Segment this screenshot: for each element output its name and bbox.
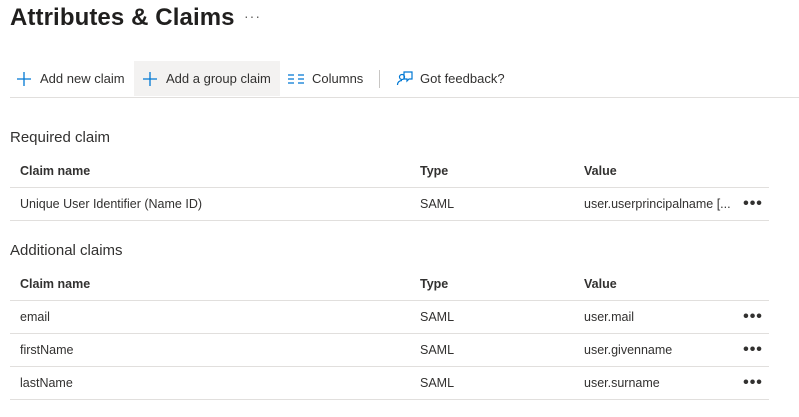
table-header: Claim name Type Value <box>10 268 769 301</box>
add-new-claim-button[interactable]: Add new claim <box>14 61 125 96</box>
claim-name-cell: Unique User Identifier (Name ID) <box>20 197 203 211</box>
columns-button[interactable]: Columns <box>286 61 363 96</box>
claim-name-cell: email <box>20 310 50 324</box>
column-header-type[interactable]: Type <box>420 155 570 187</box>
table-row[interactable]: firstName SAML user.givenname ••• <box>10 334 769 367</box>
table-row[interactable]: Unique User Identifier (Name ID) SAML us… <box>10 188 769 221</box>
row-more-button[interactable]: ••• <box>740 301 766 333</box>
row-more-button[interactable]: ••• <box>740 367 766 399</box>
table-header: Claim name Type Value <box>10 155 769 188</box>
add-group-claim-label: Add a group claim <box>166 71 271 86</box>
column-header-claim-name[interactable]: Claim name <box>20 155 410 187</box>
plus-icon <box>14 69 34 89</box>
claim-type-cell: SAML <box>420 376 455 390</box>
claim-type-cell: SAML <box>420 343 455 357</box>
column-header-claim-name[interactable]: Claim name <box>20 268 410 300</box>
add-new-claim-label: Add new claim <box>40 71 125 86</box>
claim-value-cell: user.givenname <box>584 343 673 357</box>
row-more-button[interactable]: ••• <box>740 334 766 366</box>
claim-value-cell: user.mail <box>584 310 635 324</box>
plus-icon <box>140 69 160 89</box>
claim-type-cell: SAML <box>420 310 455 324</box>
columns-label: Columns <box>312 71 364 86</box>
command-bar: Add new claim Add a group claim Columns … <box>10 61 799 98</box>
column-header-value[interactable]: Value <box>584 268 740 300</box>
columns-icon <box>286 69 306 89</box>
feedback-icon <box>394 69 414 89</box>
required-claim-table: Claim name Type Value Unique User Identi… <box>10 155 769 221</box>
feedback-button[interactable]: Got feedback? <box>394 61 505 96</box>
column-header-type[interactable]: Type <box>420 268 570 300</box>
column-header-value[interactable]: Value <box>584 155 740 187</box>
more-options-button[interactable]: ··· <box>244 8 261 24</box>
page-title: Attributes & Claims <box>10 4 235 31</box>
claim-value-cell: user.userprincipalname [... <box>584 197 731 211</box>
claim-type-cell: SAML <box>420 197 455 211</box>
row-more-button[interactable]: ••• <box>740 188 766 220</box>
claim-name-cell: lastName <box>20 376 73 390</box>
claim-name-cell: firstName <box>20 343 74 357</box>
feedback-label: Got feedback? <box>420 71 505 86</box>
additional-claims-table: Claim name Type Value email SAML user.ma… <box>10 268 769 400</box>
claim-value-cell: user.surname <box>584 376 660 390</box>
table-row[interactable]: email SAML user.mail ••• <box>10 301 769 334</box>
table-row[interactable]: lastName SAML user.surname ••• <box>10 367 769 400</box>
toolbar-divider <box>379 70 380 88</box>
required-claim-heading: Required claim <box>10 129 111 146</box>
add-group-claim-button[interactable]: Add a group claim <box>134 61 280 96</box>
additional-claims-heading: Additional claims <box>10 242 123 259</box>
